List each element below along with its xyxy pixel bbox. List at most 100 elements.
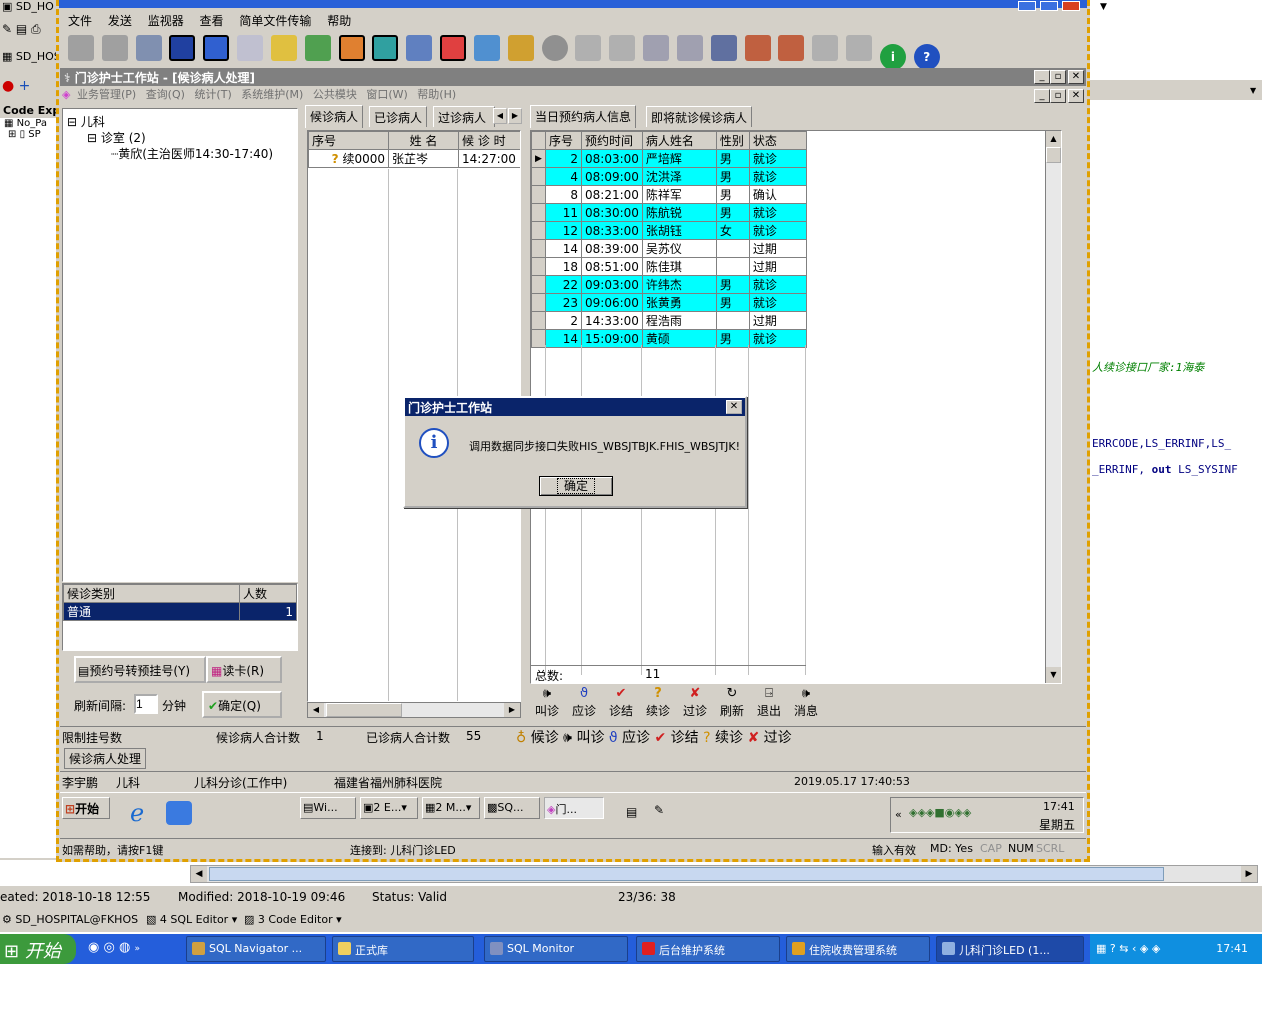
inner-task[interactable]: ▩SQ...	[484, 797, 540, 819]
cursor-icon[interactable]	[372, 35, 399, 61]
scroll-right-button[interactable]: ▶	[1241, 866, 1257, 882]
inner-restore-button[interactable]: ▫	[1050, 70, 1066, 84]
toolbar-icon-6[interactable]	[237, 35, 264, 61]
toolbar-icon-8[interactable]	[304, 35, 331, 61]
toolbar-icon-3[interactable]	[135, 35, 162, 61]
move-icon[interactable]	[203, 35, 230, 61]
taskbar-task[interactable]: 正式库	[332, 936, 474, 962]
confirm-button[interactable]: ✔确定(Q)	[202, 691, 282, 718]
menu-monitor[interactable]: 监视器	[148, 14, 184, 28]
refresh-button[interactable]: ↻ 刷新	[715, 686, 749, 719]
dialog-ok-button[interactable]: 确定	[539, 476, 613, 496]
inner-minimize-button[interactable]: _	[1034, 70, 1050, 84]
tab-scroll-left-icon[interactable]: ◀	[493, 108, 507, 124]
row-indicator[interactable]	[531, 275, 546, 294]
menu-maint[interactable]: 系统维护(M)	[241, 88, 303, 101]
scroll-down-button[interactable]: ▼	[1046, 667, 1061, 683]
table-row[interactable]: 18 08:51:00 陈佳琪 过期	[531, 257, 807, 276]
inner-task[interactable]: ▣2 E...▾	[360, 797, 418, 819]
taskbar-task[interactable]: SQL Navigator ...	[186, 936, 326, 962]
toolbar-icon-23[interactable]	[812, 35, 839, 61]
appt-vscroll[interactable]: ▲ ▼	[1045, 131, 1061, 683]
row-indicator[interactable]	[531, 257, 546, 276]
tab-done[interactable]: 已诊病人	[369, 106, 428, 127]
table-row[interactable]: 12 08:33:00 张胡钰女就诊	[531, 221, 807, 240]
table-row[interactable]: 普通 1	[63, 602, 297, 621]
scroll-thumb[interactable]	[326, 703, 402, 717]
tree-root[interactable]: ⊟ 儿科	[67, 113, 105, 130]
sql-editor-item[interactable]: ▧ 4 SQL Editor ▾	[146, 913, 237, 926]
close-button[interactable]	[1061, 1, 1080, 11]
inner-task[interactable]: ▤Wi...	[300, 797, 356, 819]
menu-send[interactable]: 发送	[108, 14, 132, 28]
table-row[interactable]: 2 14:33:00 程浩雨 过期	[531, 311, 807, 330]
tab-today-appointments[interactable]: 当日预约病人信息	[530, 105, 637, 128]
toolbar-icon-15[interactable]	[541, 35, 568, 61]
scroll-thumb[interactable]	[209, 867, 1164, 881]
frame-icon[interactable]	[440, 35, 467, 61]
message-button[interactable]: 🕪 消息	[789, 686, 823, 719]
info-icon[interactable]: i	[879, 44, 906, 70]
inner-task-active[interactable]: ◈门...	[544, 797, 604, 819]
exit-button[interactable]: ⍈ 退出	[752, 686, 786, 719]
chevron-icon[interactable]: ‹	[1132, 942, 1136, 955]
code-editor-item[interactable]: ▨ 3 Code Editor ▾	[244, 913, 342, 926]
menu-stats[interactable]: 统计(T)	[194, 88, 231, 101]
toolbar-icon-21[interactable]	[744, 35, 771, 61]
menu-view[interactable]: 查看	[200, 14, 224, 28]
taskbar-task[interactable]: SQL Monitor	[484, 936, 628, 962]
toolbar-icon-18[interactable]	[643, 35, 670, 61]
dialog-close-button[interactable]: ✕	[726, 400, 742, 414]
menu-file[interactable]: 文件	[68, 14, 92, 28]
table-row[interactable]: 14 08:39:00 吴苏仪 过期	[531, 239, 807, 258]
table-row[interactable]: 4 08:09:00 沈洪泽男就诊	[531, 167, 807, 186]
outer-hscroll[interactable]: ◀ ▶	[190, 865, 1258, 883]
media-icon[interactable]: ◎	[103, 940, 114, 955]
row-indicator[interactable]	[531, 185, 546, 204]
menu-help2[interactable]: 帮助(H)	[417, 88, 456, 101]
minimize-button[interactable]	[1018, 1, 1036, 11]
menu-help[interactable]: 帮助	[327, 14, 351, 28]
toolbar-icon-19[interactable]	[676, 35, 703, 61]
table-row[interactable]: ? 续0000 张芷岑 14:27:00	[308, 149, 520, 168]
taskbar-task[interactable]: 住院收费管理系统	[786, 936, 930, 962]
toolbar-icon-13[interactable]	[473, 35, 500, 61]
ie-icon[interactable]: ◍	[119, 940, 130, 955]
inner-task[interactable]: ▦2 M...▾	[422, 797, 480, 819]
toolbar-icon-14[interactable]	[507, 35, 534, 61]
scroll-thumb[interactable]	[1046, 147, 1061, 163]
keyboard-icon[interactable]: ▤	[626, 805, 637, 819]
taskbar-task-active[interactable]: 儿科门诊LED (1...	[936, 936, 1084, 962]
row-indicator[interactable]	[531, 167, 546, 186]
outer-tree-item[interactable]: ⊞ ▯ SP	[0, 129, 60, 140]
row-indicator[interactable]	[531, 203, 546, 222]
ie-icon[interactable]: ℯ	[130, 799, 144, 827]
inner-start-button[interactable]: ⊞开始	[62, 797, 110, 819]
menu-public[interactable]: 公共模块	[313, 88, 357, 101]
start-button[interactable]: ⊞ 开始	[0, 934, 76, 964]
current-row-indicator-icon[interactable]: ▶	[531, 149, 546, 168]
scroll-up-button[interactable]: ▲	[1046, 131, 1061, 147]
outer-dropdown-arrow[interactable]: ▼	[1250, 86, 1256, 95]
maximize-button[interactable]	[1039, 1, 1058, 11]
table-row[interactable]: 23 09:06:00 张黄勇男就诊	[531, 293, 807, 312]
menu-transfer[interactable]: 简单文件传输	[239, 14, 311, 28]
menu-query[interactable]: 查询(Q)	[146, 88, 185, 101]
window-tab[interactable]: 候诊病人处理	[64, 748, 147, 769]
read-card-button[interactable]: ▦读卡(R)	[206, 656, 282, 683]
pen-icon[interactable]: ✎	[654, 803, 664, 817]
toolbar-icon-24[interactable]	[846, 35, 873, 61]
outer-tree-item[interactable]: ▦ No_Pa	[0, 118, 60, 129]
waiting-hscroll[interactable]: ◀ ▶	[307, 702, 521, 718]
help-icon[interactable]: ?	[913, 44, 940, 70]
child-restore-button[interactable]: ▫	[1050, 89, 1066, 103]
toolbar-icon-22[interactable]	[778, 35, 805, 61]
toolbar-icon-2[interactable]	[101, 35, 128, 61]
tab-missed[interactable]: 过诊病人	[433, 106, 495, 127]
printer-icon[interactable]	[575, 35, 602, 61]
skip-button[interactable]: ✘ 过诊	[678, 686, 712, 719]
outer-code-area[interactable]	[1090, 120, 1262, 865]
tree-room[interactable]: ⊟ 诊室 (2)	[87, 129, 146, 146]
refresh-interval-input[interactable]	[134, 694, 158, 714]
table-row[interactable]: 8 08:21:00 陈祥军男确认	[531, 185, 807, 204]
